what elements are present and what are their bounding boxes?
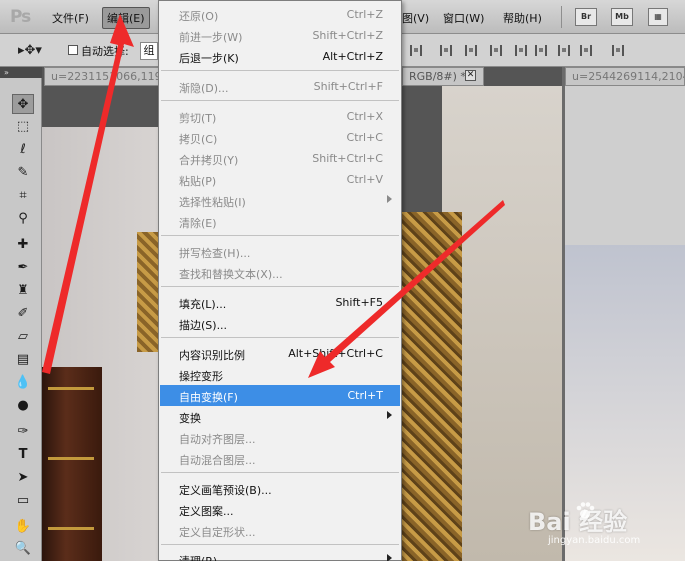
- menubar-divider: [561, 6, 562, 28]
- menu-separator: [161, 100, 399, 101]
- submenu-arrow-icon: [387, 195, 392, 203]
- menu-item-transform[interactable]: 变换: [160, 406, 400, 427]
- menu-help[interactable]: 帮助(H): [503, 10, 542, 26]
- submenu-arrow-icon: [387, 411, 392, 419]
- watermark-url: jingyan.baidu.com: [548, 535, 641, 546]
- tools-panel: » ✥ ⬚ ℓ ✎ ⌗ ⚲ ✚ ✒ ♜ ✐ ▱ ▤ 💧 ● ✑ T ➤ ▭ ✋ …: [0, 67, 42, 561]
- distribute-icon[interactable]: [515, 45, 527, 56]
- submenu-arrow-icon: [387, 554, 392, 561]
- minibridge-button[interactable]: Mb: [611, 8, 633, 26]
- menu-item-content-aware-scale[interactable]: 内容识别比例 Alt+Shift+Ctrl+C: [160, 343, 400, 364]
- menu-item-paste-special[interactable]: 选择性粘贴(I): [160, 190, 400, 211]
- menu-item-cut[interactable]: 剪切(T) Ctrl+X: [160, 106, 400, 127]
- menu-separator: [161, 337, 399, 338]
- bridge-button[interactable]: Br: [575, 8, 597, 26]
- canvas-image-book: [42, 367, 102, 561]
- menu-item-step-backward[interactable]: 后退一步(K) Alt+Ctrl+Z: [160, 46, 400, 67]
- eyedropper-icon[interactable]: ⚲: [12, 209, 34, 229]
- menu-file[interactable]: 文件(F): [52, 10, 89, 26]
- book-ornament: [48, 457, 94, 460]
- menu-item-free-transform[interactable]: 自由变换(F) Ctrl+T: [160, 385, 400, 406]
- menu-item-copy[interactable]: 拷贝(C) Ctrl+C: [160, 127, 400, 148]
- menu-item-auto-align-layers[interactable]: 自动对齐图层...: [160, 427, 400, 448]
- auto-select-checkbox[interactable]: [68, 45, 78, 55]
- menu-item-define-brush[interactable]: 定义画笔预设(B)...: [160, 478, 400, 499]
- stamp-tool-icon[interactable]: ♜: [12, 281, 34, 301]
- menu-item-check-spelling[interactable]: 拼写检查(H)...: [160, 241, 400, 262]
- menu-item-find-replace[interactable]: 查找和替换文本(X)...: [160, 262, 400, 283]
- close-icon[interactable]: ✕: [465, 70, 476, 81]
- type-tool-icon[interactable]: T: [12, 445, 34, 465]
- menu-separator: [161, 235, 399, 236]
- tools-panel-header[interactable]: »: [0, 67, 42, 78]
- canvas-image-frame: [402, 212, 462, 561]
- move-tool-icon[interactable]: ✥: [12, 94, 34, 114]
- screen-mode-icon[interactable]: ▦: [648, 8, 668, 26]
- shape-tool-icon[interactable]: ▭: [12, 491, 34, 511]
- menu-item-fade[interactable]: 渐隐(D)... Shift+Ctrl+F: [160, 76, 400, 97]
- align-icon[interactable]: [440, 45, 452, 56]
- menu-view[interactable]: 图(V): [402, 10, 429, 26]
- edit-menu-dropdown: 还原(O) Ctrl+Z 前进一步(W) Shift+Ctrl+Z 后退一步(K) A…: [158, 0, 402, 561]
- hand-tool-icon[interactable]: ✋: [12, 517, 34, 537]
- menu-item-paste[interactable]: 粘贴(P) Ctrl+V: [160, 169, 400, 190]
- menu-item-puppet-warp[interactable]: 操控变形: [160, 364, 400, 385]
- distribute-icon[interactable]: [465, 45, 477, 56]
- menu-item-undo[interactable]: 还原(O) Ctrl+Z: [160, 4, 400, 25]
- menu-separator: [161, 70, 399, 71]
- auto-align-icon[interactable]: [612, 45, 624, 56]
- crop-tool-icon[interactable]: ⌗: [12, 186, 34, 206]
- eraser-tool-icon[interactable]: ▱: [12, 327, 34, 347]
- app-logo: Ps: [10, 7, 31, 27]
- menu-item-stroke[interactable]: 描边(S)...: [160, 313, 400, 334]
- menu-item-define-pattern[interactable]: 定义图案...: [160, 499, 400, 520]
- menu-item-purge[interactable]: 清理(R): [160, 549, 400, 561]
- align-icon[interactable]: [410, 45, 422, 56]
- distribute-icon[interactable]: [580, 45, 592, 56]
- auto-select-dropdown[interactable]: 组: [140, 42, 158, 60]
- pen-tool-icon[interactable]: ✑: [12, 422, 34, 442]
- menu-item-auto-blend-layers[interactable]: 自动混合图层...: [160, 448, 400, 469]
- quick-selection-icon[interactable]: ✎: [12, 163, 34, 183]
- dodge-tool-icon[interactable]: ●: [12, 396, 34, 416]
- book-ornament: [48, 387, 94, 390]
- menu-separator: [161, 472, 399, 473]
- move-tool-preset-icon[interactable]: ▸✥▾: [18, 43, 42, 58]
- menu-separator: [161, 544, 399, 545]
- book-ornament: [48, 527, 94, 530]
- menu-item-clear[interactable]: 清除(E): [160, 211, 400, 232]
- blur-tool-icon[interactable]: 💧: [12, 373, 34, 393]
- history-brush-icon[interactable]: ✐: [12, 304, 34, 324]
- menu-edit[interactable]: 编辑(E): [102, 7, 150, 29]
- distribute-icon[interactable]: [558, 45, 570, 56]
- document-tab[interactable]: u=2231151066,119: [44, 67, 160, 86]
- gradient-tool-icon[interactable]: ▤: [12, 350, 34, 370]
- brush-tool-icon[interactable]: ✒: [12, 258, 34, 278]
- lasso-tool-icon[interactable]: ℓ: [12, 140, 34, 160]
- menu-window[interactable]: 窗口(W): [443, 10, 484, 26]
- zoom-tool-icon[interactable]: 🔍: [12, 539, 34, 559]
- second-canvas-top: [565, 86, 685, 245]
- menu-item-copy-merged[interactable]: 合并拷贝(Y) Shift+Ctrl+C: [160, 148, 400, 169]
- path-selection-icon[interactable]: ➤: [12, 468, 34, 488]
- distribute-icon[interactable]: [535, 45, 547, 56]
- menu-item-define-shape[interactable]: 定义自定形状...: [160, 520, 400, 541]
- menu-item-step-forward[interactable]: 前进一步(W) Shift+Ctrl+Z: [160, 25, 400, 46]
- document-tab[interactable]: u=2544269114,210406: [565, 67, 685, 86]
- paw-icon: [576, 502, 595, 519]
- distribute-icon[interactable]: [490, 45, 502, 56]
- marquee-tool-icon[interactable]: ⬚: [12, 117, 34, 137]
- menu-item-fill[interactable]: 填充(L)... Shift+F5: [160, 292, 400, 313]
- menu-separator: [161, 286, 399, 287]
- healing-brush-icon[interactable]: ✚: [12, 235, 34, 255]
- auto-select-label: 自动选择:: [81, 45, 129, 58]
